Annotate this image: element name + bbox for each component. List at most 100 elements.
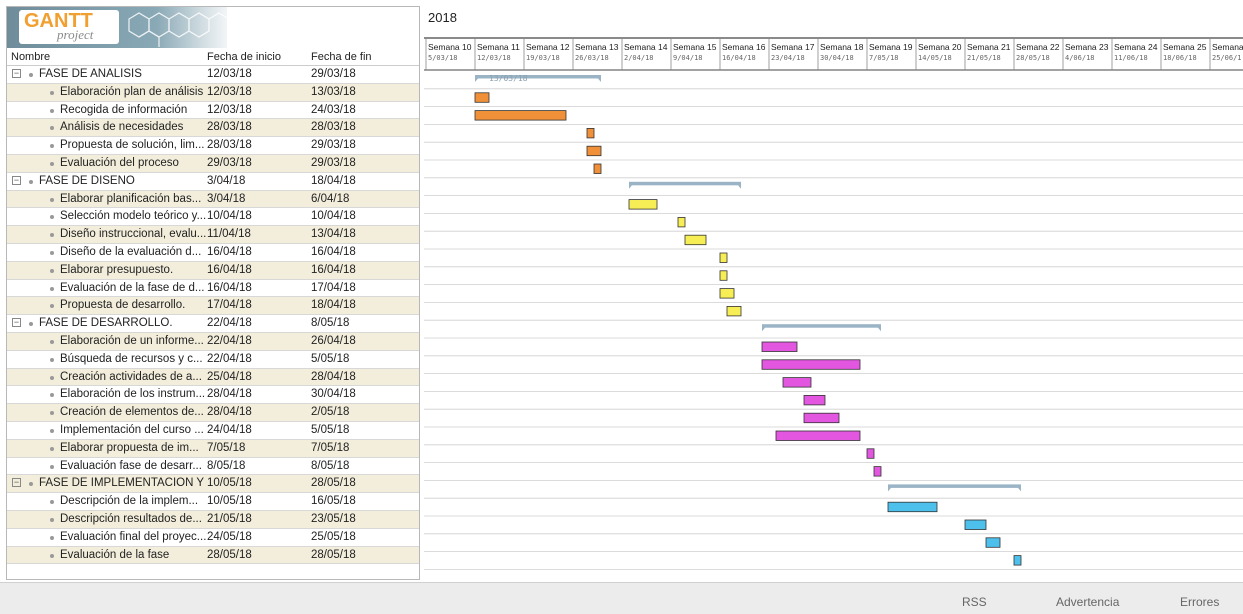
- task-end-date: 8/05/18: [311, 459, 350, 472]
- column-header-end[interactable]: Fecha de fin: [311, 51, 372, 63]
- task-row[interactable]: Elaboración de un informe... 22/04/18 26/0…: [7, 332, 419, 351]
- task-row[interactable]: Descripción de la implem... 10/05/18 16/05…: [7, 493, 419, 511]
- task-bullet-icon: [50, 393, 54, 398]
- task-end-date: 28/03/18: [311, 121, 356, 134]
- today-marker-label: 13/03/18: [489, 74, 528, 83]
- task-rows: − FASE DE ANÁLISIS 12/03/18 29/03/18 Elabora…: [7, 66, 419, 565]
- task-row[interactable]: Descripción resultados de... 21/05/18 23/0…: [7, 510, 419, 529]
- task-bullet-icon: [50, 535, 54, 540]
- task-end-date: 29/03/18: [311, 139, 356, 152]
- logo-sub-text: project: [57, 27, 94, 42]
- task-row[interactable]: Evaluación de la fase de d... 16/04/18 17/…: [7, 280, 419, 298]
- task-bullet-icon: [50, 339, 54, 344]
- task-row[interactable]: Selección modelo teórico y... 10/04/18 10/…: [7, 208, 419, 227]
- task-bar: [719, 252, 728, 263]
- task-bullet-icon: [50, 500, 54, 505]
- collapse-icon[interactable]: −: [12, 175, 21, 185]
- week-date-label: 26/03/18: [575, 54, 609, 62]
- task-end-date: 28/04/18: [311, 370, 356, 383]
- task-row[interactable]: Diseño de la evaluación d... 16/04/18 16/0…: [7, 244, 419, 262]
- task-row[interactable]: Análisis de necesidades 28/03/18 28/03/18: [7, 119, 419, 138]
- column-header-name[interactable]: Nombre: [11, 51, 50, 63]
- task-bar: [887, 501, 938, 513]
- task-end-date: 13/04/18: [311, 228, 356, 241]
- task-group-row[interactable]: − FASE DE DISEÑO 3/04/18 18/04/18: [7, 173, 419, 191]
- task-row[interactable]: Recogida de información 12/03/18 24/03/18: [7, 102, 419, 120]
- task-end-date: 2/05/18: [311, 406, 350, 419]
- task-row[interactable]: Elaboración plan de análisis 12/03/18 13/0…: [7, 83, 419, 102]
- rss-link[interactable]: RSS: [962, 595, 987, 609]
- task-bar: [586, 145, 602, 157]
- task-start-date: 16/04/18: [207, 263, 252, 276]
- task-row[interactable]: Propuesta de desarrollo. 17/04/18 18/04/18: [7, 297, 419, 316]
- task-row[interactable]: Búsqueda de recursos y c... 22/04/18 5/05/…: [7, 351, 419, 369]
- week-label: Semana 13: [575, 42, 619, 52]
- task-row[interactable]: Implementación del curso ... 24/04/18 5/05…: [7, 422, 419, 440]
- task-bullet-icon: [50, 357, 54, 362]
- task-bullet-icon: [50, 126, 54, 131]
- gantt-chart-panel[interactable]: Semana 10 5/03/18 Semana 11 12/03/18 Semana …: [424, 6, 1243, 580]
- task-end-date: 17/04/18: [311, 281, 356, 294]
- task-row[interactable]: Creación actividades de a... 25/04/18 28/0…: [7, 368, 419, 387]
- week-date-label: 9/04/18: [673, 54, 703, 62]
- task-bullet-icon: [29, 482, 33, 487]
- task-bullet-icon: [50, 268, 54, 273]
- week-label: Semana 11: [477, 42, 520, 52]
- task-end-date: 5/05/18: [311, 352, 350, 365]
- task-end-date: 24/03/18: [311, 103, 356, 116]
- collapse-icon[interactable]: −: [12, 69, 21, 78]
- task-row[interactable]: Propuesta de solución, lim... 28/03/18 29/…: [7, 137, 419, 155]
- task-row[interactable]: Creación de elementos de... 28/04/18 2/05/…: [7, 404, 419, 422]
- task-group-row[interactable]: − FASE DE IMPLEMENTACIÓN Y ... 10/05/18 28/…: [7, 475, 419, 494]
- task-start-date: 10/04/18: [207, 210, 252, 223]
- week-date-label: 19/03/18: [526, 54, 560, 62]
- task-bullet-icon: [50, 197, 54, 202]
- hexagon-pattern-icon: [128, 12, 230, 47]
- task-end-date: 26/04/18: [311, 334, 356, 347]
- task-start-date: 16/04/18: [207, 245, 252, 258]
- task-bar: [719, 270, 728, 281]
- task-group-row[interactable]: − FASE DE DESARROLLO. 22/04/18 8/05/18: [7, 315, 419, 333]
- task-name: Evaluación de la fase: [60, 548, 170, 561]
- column-header-start[interactable]: Fecha de inicio: [207, 51, 281, 63]
- task-row[interactable]: Elaborar propuesta de im... 7/05/18 7/05/1…: [7, 439, 419, 458]
- task-name: Evaluación de la fase de d...: [60, 281, 205, 294]
- gantt-chart-svg[interactable]: Semana 10 5/03/18 Semana 11 12/03/18 Semana …: [424, 6, 1243, 580]
- task-bullet-icon: [50, 90, 54, 95]
- task-table-panel: GANTT project Nombre Fecha de inicio Fec…: [6, 6, 420, 580]
- task-group-row[interactable]: − FASE DE ANÁLISIS 12/03/18 29/03/18: [7, 66, 419, 84]
- task-name: Elaborar propuesta de im...: [60, 441, 199, 454]
- task-row[interactable]: Elaborar presupuesto. 16/04/18 16/04/18: [7, 261, 419, 280]
- task-bar: [761, 359, 861, 370]
- task-row[interactable]: Elaboración de los instrum... 28/04/18 30/…: [7, 386, 419, 405]
- week-date-label: 4/06/18: [1065, 54, 1095, 62]
- task-end-date: 6/04/18: [311, 192, 350, 205]
- task-start-date: 8/05/18: [207, 459, 246, 472]
- task-row[interactable]: Evaluación fase de desarr... 8/05/18 8/05/…: [7, 458, 419, 476]
- task-bar: [593, 163, 602, 174]
- errors-link[interactable]: Errores: [1180, 595, 1219, 609]
- task-bullet-icon: [50, 411, 54, 416]
- task-bullet-icon: [29, 73, 33, 77]
- summary-bar: [888, 484, 1021, 488]
- task-row[interactable]: Evaluación de la fase 28/05/18 28/05/18: [7, 546, 419, 565]
- task-row[interactable]: Evaluación del proceso 29/03/18 29/03/18: [7, 154, 419, 173]
- task-row[interactable]: Evaluación final del proyec... 24/05/18 25…: [7, 529, 419, 547]
- task-row[interactable]: Elaborar planificación bas... 3/04/18 6/04…: [7, 190, 419, 209]
- task-bar: [586, 128, 595, 139]
- task-row[interactable]: Diseño instruccional, evalu... 11/04/18 13…: [7, 226, 419, 244]
- week-label: Semana 24: [1114, 42, 1158, 52]
- collapse-icon[interactable]: −: [12, 318, 21, 328]
- task-name: Evaluación del proceso: [60, 156, 179, 169]
- week-label: Semana 12: [526, 42, 570, 52]
- task-name: Elaborar planificación bas...: [60, 192, 202, 205]
- task-bar: [775, 430, 861, 441]
- collapse-icon[interactable]: −: [12, 478, 21, 488]
- task-start-date: 28/03/18: [207, 139, 252, 152]
- warnings-link[interactable]: Advertencia: [1056, 595, 1119, 609]
- status-bar: RSS Advertencia Errores: [0, 582, 1243, 614]
- week-date-label: 2/04/18: [624, 54, 654, 62]
- week-date-label: 23/04/18: [771, 54, 805, 62]
- week-date-label: 7/05/18: [869, 54, 899, 62]
- task-bar: [1013, 555, 1022, 566]
